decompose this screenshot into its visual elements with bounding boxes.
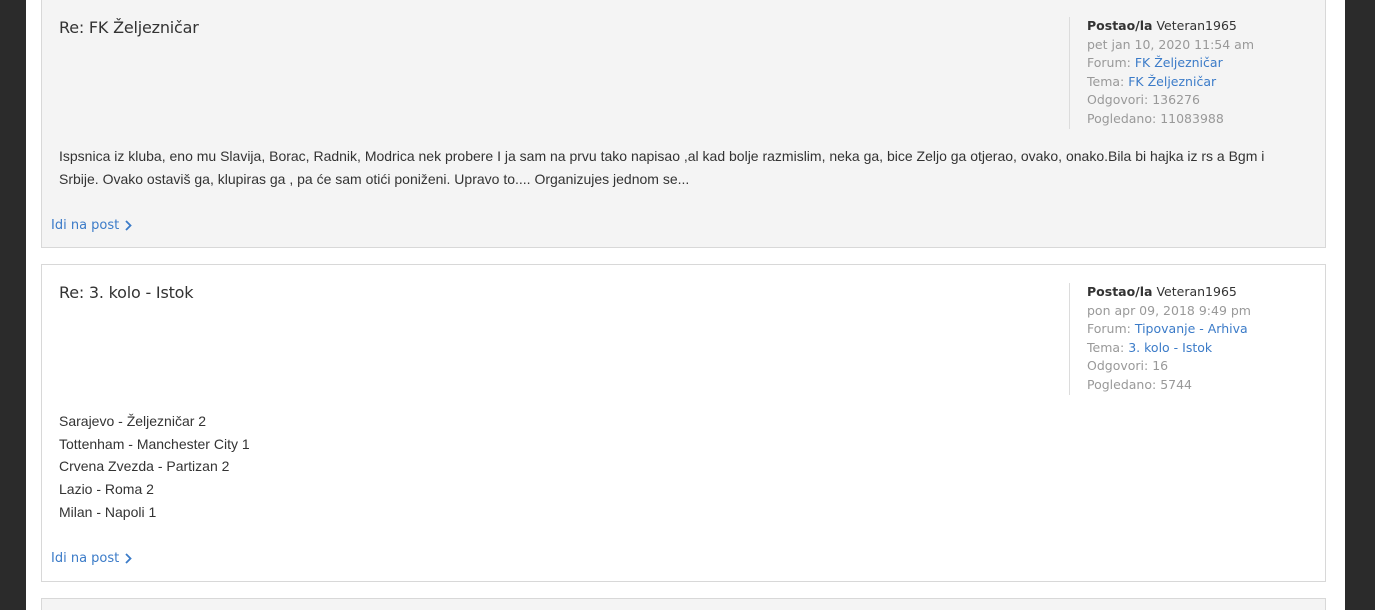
forum-link[interactable]: FK Željezničar	[1135, 55, 1223, 70]
post-topic-line: Tema: 3. kolo - Istok	[1087, 339, 1327, 358]
goto-post-link[interactable]: Idi na post	[51, 218, 133, 233]
topic-label: Tema:	[1087, 339, 1125, 355]
post-forum-line: Forum: FK Željezničar	[1087, 54, 1327, 73]
post-body-line: Srbije. Ovako ostaviš ga, klupiras ga , …	[59, 170, 690, 187]
author-label: Postao/la	[1087, 284, 1153, 299]
post-forum-line: Forum: Tipovanje - Arhiva	[1087, 320, 1327, 339]
post-body-line: Milan - Napoli 1	[59, 503, 157, 520]
topic-link[interactable]: 3. kolo - Istok	[1128, 340, 1212, 355]
views-label: Pogledano:	[1087, 110, 1157, 126]
post-author-line: Postao/la Veteran1965	[1087, 283, 1327, 302]
search-result-post	[41, 598, 1326, 610]
replies-label: Odgovori:	[1087, 92, 1149, 108]
post-body-line: Tottenham - Manchester City 1	[59, 435, 250, 452]
search-result-post: Re: FK Željezničar Postao/la Veteran1965…	[41, 0, 1326, 248]
author-name[interactable]: Veteran1965	[1156, 18, 1236, 33]
post-views-line: Pogledano: 5744	[1087, 376, 1327, 395]
post-author-line: Postao/la Veteran1965	[1087, 17, 1327, 36]
post-date: pet jan 10, 2020 11:54 am	[1087, 36, 1254, 52]
topic-link[interactable]: FK Željezničar	[1128, 74, 1216, 89]
goto-post-link[interactable]: Idi na post	[51, 551, 133, 566]
forum-label: Forum:	[1087, 55, 1131, 71]
post-body-line: Ispsnica iz kluba, eno mu Slavija, Borac…	[59, 148, 1265, 164]
views-label: Pogledano:	[1087, 376, 1157, 392]
chevron-right-icon	[125, 220, 133, 231]
post-meta: Postao/la Veteran1965 pet jan 10, 2020 1…	[1069, 17, 1327, 129]
post-views-line: Pogledano: 11083988	[1087, 110, 1327, 129]
post-body: Ispsnica iz kluba, eno mu Slavija, Borac…	[59, 145, 1295, 190]
goto-post-label: Idi na post	[51, 551, 120, 566]
replies-count: 136276	[1152, 92, 1200, 108]
forum-label: Forum:	[1087, 321, 1131, 337]
views-count: 11083988	[1160, 110, 1224, 126]
search-result-post: Re: 3. kolo - Istok Postao/la Veteran196…	[41, 264, 1326, 582]
post-title[interactable]: Re: 3. kolo - Istok	[59, 283, 194, 302]
post-replies-line: Odgovori: 16	[1087, 357, 1327, 376]
post-date: pon apr 09, 2018 9:49 pm	[1087, 302, 1251, 318]
post-meta: Postao/la Veteran1965 pon apr 09, 2018 9…	[1069, 283, 1327, 395]
search-results-page: Re: FK Željezničar Postao/la Veteran1965…	[26, 0, 1345, 610]
post-body-line: Sarajevo - Željezničar 2	[59, 413, 207, 429]
topic-label: Tema:	[1087, 73, 1125, 89]
author-label: Postao/la	[1087, 18, 1153, 33]
post-body-line: Lazio - Roma 2	[59, 481, 154, 498]
replies-label: Odgovori:	[1087, 358, 1149, 374]
views-count: 5744	[1160, 376, 1193, 392]
author-name[interactable]: Veteran1965	[1156, 284, 1236, 299]
replies-count: 16	[1152, 358, 1169, 374]
post-body: Sarajevo - Željezničar 2 Tottenham - Man…	[59, 410, 1295, 524]
post-body-line: Crvena Zvezda - Partizan 2	[59, 458, 230, 475]
chevron-right-icon	[125, 553, 133, 564]
post-replies-line: Odgovori: 136276	[1087, 91, 1327, 110]
post-title[interactable]: Re: FK Željezničar	[59, 18, 199, 37]
forum-link[interactable]: Tipovanje - Arhiva	[1135, 321, 1248, 336]
goto-post-label: Idi na post	[51, 218, 120, 233]
post-topic-line: Tema: FK Željezničar	[1087, 73, 1327, 92]
